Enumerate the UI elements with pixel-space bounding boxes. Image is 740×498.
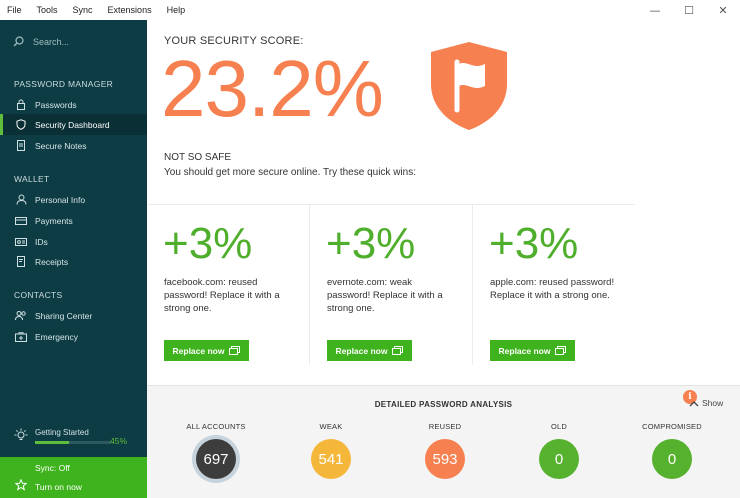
sidebar-item-label: Passwords bbox=[35, 99, 77, 110]
sidebar-item-payments[interactable]: Payments bbox=[0, 210, 147, 231]
show-toggle[interactable]: Show bbox=[689, 398, 723, 408]
section-password-manager: PASSWORD MANAGER bbox=[14, 79, 114, 89]
analysis-title: DETAILED PASSWORD ANALYSIS bbox=[374, 400, 513, 409]
sidebar-item-security-dashboard[interactable]: Security Dashboard bbox=[0, 114, 147, 135]
window-icon bbox=[229, 346, 241, 355]
sidebar: Search... PASSWORD MANAGER Passwords Sec… bbox=[0, 20, 147, 498]
getting-started-progress-bar bbox=[35, 441, 111, 444]
stat-value: 593 bbox=[425, 439, 465, 479]
sidebar-item-label: Receipts bbox=[35, 256, 69, 267]
stat-value: 0 bbox=[652, 439, 692, 479]
quick-win-card: +3% evernote.com: weak password! Replace… bbox=[309, 205, 471, 365]
stat-old[interactable]: OLD 0 bbox=[504, 422, 614, 479]
getting-started-percent: 45% bbox=[110, 436, 128, 446]
menu-tools[interactable]: Tools bbox=[30, 0, 66, 20]
stat-label: WEAK bbox=[319, 422, 343, 431]
id-card-icon bbox=[15, 236, 27, 248]
window-icon bbox=[555, 346, 567, 355]
quick-win-description: evernote.com: weak password! Replace it … bbox=[327, 277, 443, 314]
shield-flag-icon bbox=[431, 42, 507, 130]
stat-label: ALL ACCOUNTS bbox=[186, 422, 246, 431]
stat-compromised[interactable]: COMPROMISED 0 bbox=[617, 422, 727, 479]
getting-started-progress-fill bbox=[35, 441, 70, 444]
maximize-button[interactable]: ☐ bbox=[672, 0, 706, 20]
sidebar-item-label: Payments bbox=[35, 215, 73, 226]
stat-label: REUSED bbox=[428, 422, 462, 431]
turn-on-sync-link[interactable]: Turn on now bbox=[35, 482, 82, 492]
minimize-button[interactable]: — bbox=[638, 0, 672, 20]
app-window: File Tools Sync Extensions Help — ☐ ✕ Se… bbox=[0, 0, 740, 498]
sidebar-item-emergency[interactable]: Emergency bbox=[0, 326, 147, 347]
search-box[interactable]: Search... bbox=[13, 36, 69, 47]
sidebar-item-label: Sharing Center bbox=[35, 310, 93, 321]
window-icon bbox=[392, 346, 404, 355]
replace-now-label: Replace now bbox=[172, 345, 225, 356]
menu-sync[interactable]: Sync bbox=[66, 0, 101, 20]
stat-weak[interactable]: WEAK 541 bbox=[276, 422, 386, 479]
stat-value: 541 bbox=[311, 439, 351, 479]
replace-now-button[interactable]: Replace now bbox=[327, 340, 412, 361]
replace-now-label: Replace now bbox=[498, 345, 551, 356]
receipt-icon bbox=[15, 256, 27, 268]
stat-label: OLD bbox=[550, 422, 568, 431]
sidebar-item-label: Secure Notes bbox=[35, 140, 87, 151]
note-icon bbox=[15, 140, 27, 152]
chevron-up-icon bbox=[689, 400, 699, 406]
window-controls: — ☐ ✕ bbox=[638, 0, 740, 20]
quick-win-gain: +3% bbox=[163, 219, 253, 268]
sync-status: Sync: Off bbox=[35, 463, 70, 473]
quick-win-description: facebook.com: reused password! Replace i… bbox=[164, 277, 280, 314]
quick-win-gain: +3% bbox=[326, 219, 416, 268]
search-input[interactable]: Search... bbox=[33, 37, 69, 47]
replace-now-button[interactable]: Replace now bbox=[490, 340, 575, 361]
quick-win-card: +3% facebook.com: reused password! Repla… bbox=[147, 205, 309, 365]
sync-panel[interactable]: Sync: Off Turn on now bbox=[0, 457, 147, 498]
sidebar-item-label: Security Dashboard bbox=[35, 119, 110, 130]
sidebar-item-label: Personal Info bbox=[35, 194, 86, 205]
menu-help[interactable]: Help bbox=[160, 0, 194, 20]
quick-win-gain: +3% bbox=[489, 219, 579, 268]
star-icon bbox=[15, 479, 27, 491]
quick-win-description: apple.com: reused password! Replace it w… bbox=[490, 277, 615, 301]
security-dashboard: YOUR SECURITY SCORE: 23.2% NOT SO SAFE Y… bbox=[147, 20, 740, 498]
lock-icon bbox=[15, 99, 27, 111]
people-icon bbox=[15, 310, 27, 322]
stat-reused[interactable]: REUSED 593 bbox=[390, 422, 500, 479]
close-button[interactable]: ✕ bbox=[706, 0, 740, 20]
card-icon bbox=[15, 215, 27, 227]
sidebar-item-receipts[interactable]: Receipts bbox=[0, 251, 147, 272]
sidebar-item-passwords[interactable]: Passwords bbox=[0, 94, 147, 115]
show-toggle-label: Show bbox=[702, 398, 724, 408]
password-analysis-panel: DETAILED PASSWORD ANALYSIS i Show ALL AC… bbox=[147, 385, 740, 498]
sidebar-item-secure-notes[interactable]: Secure Notes bbox=[0, 135, 147, 156]
safety-status: NOT SO SAFE bbox=[164, 152, 232, 163]
replace-now-label: Replace now bbox=[335, 345, 388, 356]
menu-bar: File Tools Sync Extensions Help — ☐ ✕ bbox=[0, 0, 740, 20]
safety-message: You should get more secure online. Try t… bbox=[164, 167, 416, 178]
menu-file[interactable]: File bbox=[0, 0, 30, 20]
getting-started[interactable]: Getting Started 45% bbox=[14, 426, 139, 452]
menu-extensions[interactable]: Extensions bbox=[101, 0, 160, 20]
shield-icon bbox=[15, 119, 27, 131]
first-aid-icon bbox=[15, 331, 27, 343]
search-icon bbox=[13, 36, 24, 47]
sidebar-item-personal-info[interactable]: Personal Info bbox=[0, 189, 147, 210]
lightbulb-icon bbox=[14, 428, 28, 440]
sidebar-item-label: Emergency bbox=[35, 331, 78, 342]
quick-wins: +3% facebook.com: reused password! Repla… bbox=[147, 204, 635, 365]
sidebar-item-sharing-center[interactable]: Sharing Center bbox=[0, 305, 147, 326]
security-score-value: 23.2% bbox=[161, 44, 384, 133]
section-wallet: WALLET bbox=[14, 174, 50, 184]
getting-started-label: Getting Started bbox=[35, 428, 89, 437]
replace-now-button[interactable]: Replace now bbox=[164, 340, 249, 361]
person-icon bbox=[15, 194, 27, 206]
stat-value: 0 bbox=[539, 439, 579, 479]
section-contacts: CONTACTS bbox=[14, 290, 63, 300]
sidebar-item-label: IDs bbox=[35, 236, 48, 247]
quick-win-card: +3% apple.com: reused password! Replace … bbox=[472, 205, 634, 365]
stat-value: 697 bbox=[196, 439, 236, 479]
stat-label: COMPROMISED bbox=[642, 422, 702, 431]
sidebar-item-ids[interactable]: IDs bbox=[0, 231, 147, 252]
stat-all-accounts[interactable]: ALL ACCOUNTS 697 bbox=[161, 422, 271, 479]
